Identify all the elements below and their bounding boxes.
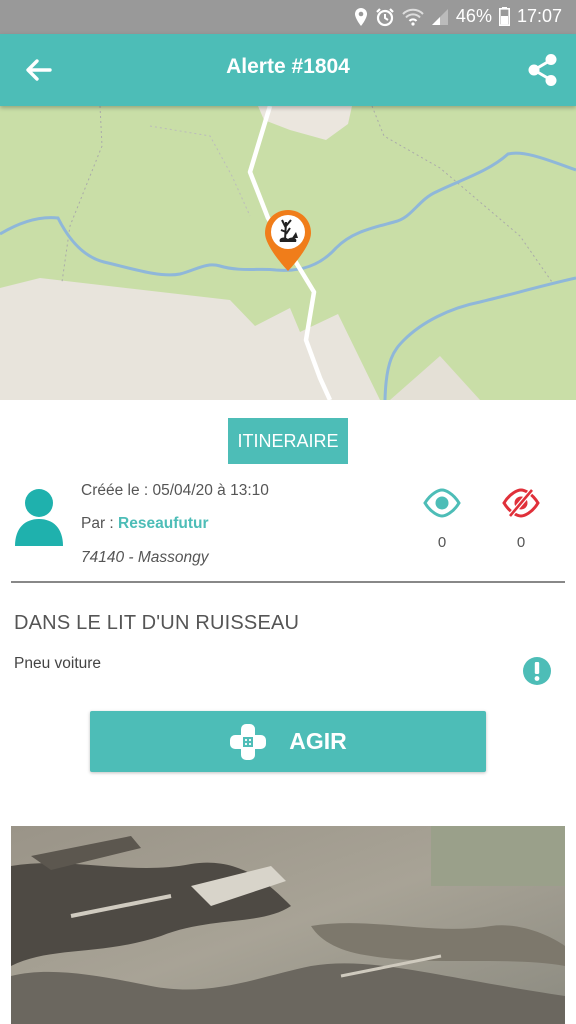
alarm-icon xyxy=(376,7,394,26)
act-button-label: AGIR xyxy=(289,728,347,754)
divider xyxy=(11,581,565,583)
avatar-icon xyxy=(15,489,63,546)
act-button[interactable]: AGIR xyxy=(90,711,486,772)
warning-icon[interactable] xyxy=(522,656,552,686)
alert-title: DANS LE LIT D'UN RUISSEAU xyxy=(14,612,300,634)
map-marker-icon[interactable] xyxy=(262,208,314,274)
author-link[interactable]: Reseaufutur xyxy=(118,515,208,532)
wifi-icon xyxy=(402,8,424,26)
clock: 17:07 xyxy=(516,6,562,26)
not-seen-count: 0 xyxy=(516,534,526,551)
bandage-icon xyxy=(230,723,267,760)
app-bar: Alerte #1804 xyxy=(0,34,576,106)
status-bar: 46% 17:07 xyxy=(0,0,576,34)
location-label: 74140 - Massongy xyxy=(81,549,209,566)
eye-off-icon[interactable] xyxy=(502,488,540,518)
location-icon xyxy=(354,7,367,26)
author-prefix: Par : xyxy=(81,515,119,532)
battery-percent: 46% xyxy=(455,6,492,26)
page-title: Alerte #1804 xyxy=(226,55,350,78)
signal-icon xyxy=(431,8,448,25)
alert-photo[interactable] xyxy=(11,826,565,1024)
author-line: Par : Reseaufutur xyxy=(81,515,208,533)
alert-description: Pneu voiture xyxy=(14,655,102,672)
battery-icon xyxy=(498,7,510,26)
eye-icon[interactable] xyxy=(423,488,461,518)
seen-count: 0 xyxy=(437,534,447,551)
created-date: Créée le : 05/04/20 à 13:10 xyxy=(81,482,269,499)
alert-map[interactable] xyxy=(0,106,576,400)
share-icon[interactable] xyxy=(524,51,562,89)
photo-image xyxy=(11,826,565,1024)
itinerary-button[interactable]: ITINERAIRE xyxy=(228,418,348,464)
